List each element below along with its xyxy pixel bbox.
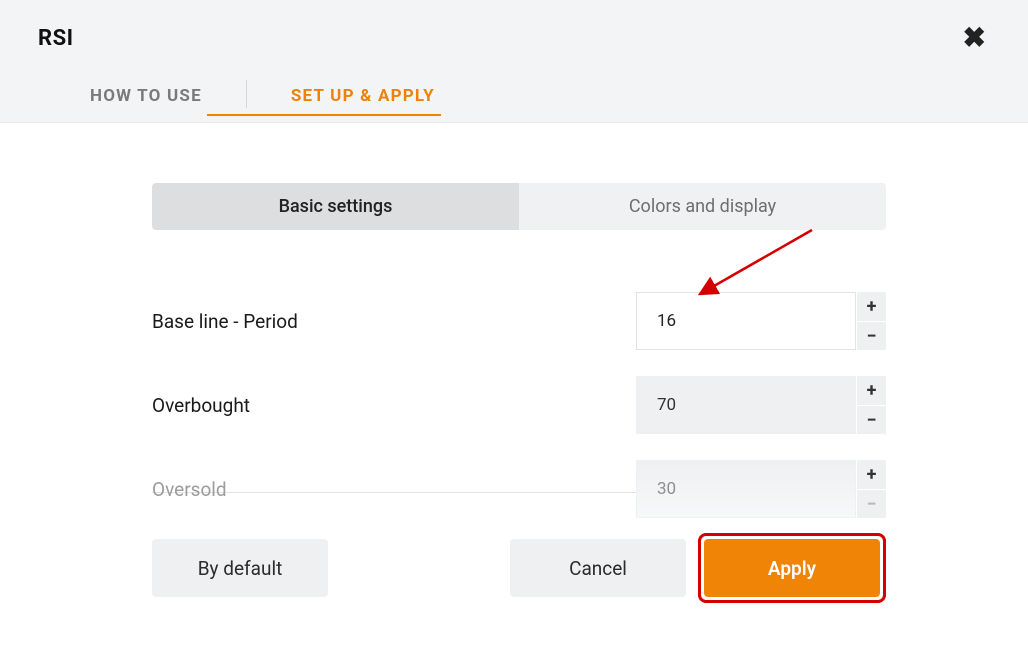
row-oversold: Oversold + − bbox=[152, 460, 886, 518]
input-oversold[interactable] bbox=[636, 460, 856, 518]
subtab-basic-settings[interactable]: Basic settings bbox=[152, 183, 519, 230]
subtabs: Basic settings Colors and display bbox=[152, 183, 886, 230]
label-period: Base line - Period bbox=[152, 310, 298, 333]
stepper-overbought: + − bbox=[636, 376, 886, 434]
period-decrement[interactable]: − bbox=[856, 321, 886, 350]
buttons-row: By default Cancel Apply bbox=[152, 533, 886, 603]
close-icon[interactable]: ✖ bbox=[959, 20, 990, 56]
subtab-colors-display[interactable]: Colors and display bbox=[519, 183, 886, 230]
dialog-title: RSI bbox=[38, 26, 74, 51]
cancel-button[interactable]: Cancel bbox=[510, 539, 686, 597]
overbought-decrement[interactable]: − bbox=[856, 405, 886, 434]
stepper-oversold: + − bbox=[636, 460, 886, 518]
input-period[interactable] bbox=[636, 292, 856, 350]
dialog-header: RSI ✖ HOW TO USE SET UP & APPLY bbox=[0, 0, 1028, 123]
content-area: Basic settings Colors and display Base l… bbox=[0, 123, 1028, 643]
title-row: RSI ✖ bbox=[38, 20, 990, 56]
label-overbought: Overbought bbox=[152, 394, 250, 417]
label-oversold: Oversold bbox=[152, 478, 227, 501]
stepper-period: + − bbox=[636, 292, 886, 350]
apply-button[interactable]: Apply bbox=[704, 539, 880, 597]
overbought-increment[interactable]: + bbox=[856, 376, 886, 405]
row-period: Base line - Period + − bbox=[152, 292, 886, 350]
input-overbought[interactable] bbox=[636, 376, 856, 434]
row-overbought: Overbought + − bbox=[152, 376, 886, 434]
oversold-decrement: − bbox=[856, 489, 886, 518]
oversold-increment[interactable]: + bbox=[856, 460, 886, 489]
by-default-button[interactable]: By default bbox=[152, 539, 328, 597]
period-increment[interactable]: + bbox=[856, 292, 886, 321]
tab-underline bbox=[207, 114, 441, 116]
tabs-row: HOW TO USE SET UP & APPLY bbox=[46, 74, 990, 122]
highlight-frame: Apply bbox=[698, 533, 886, 603]
